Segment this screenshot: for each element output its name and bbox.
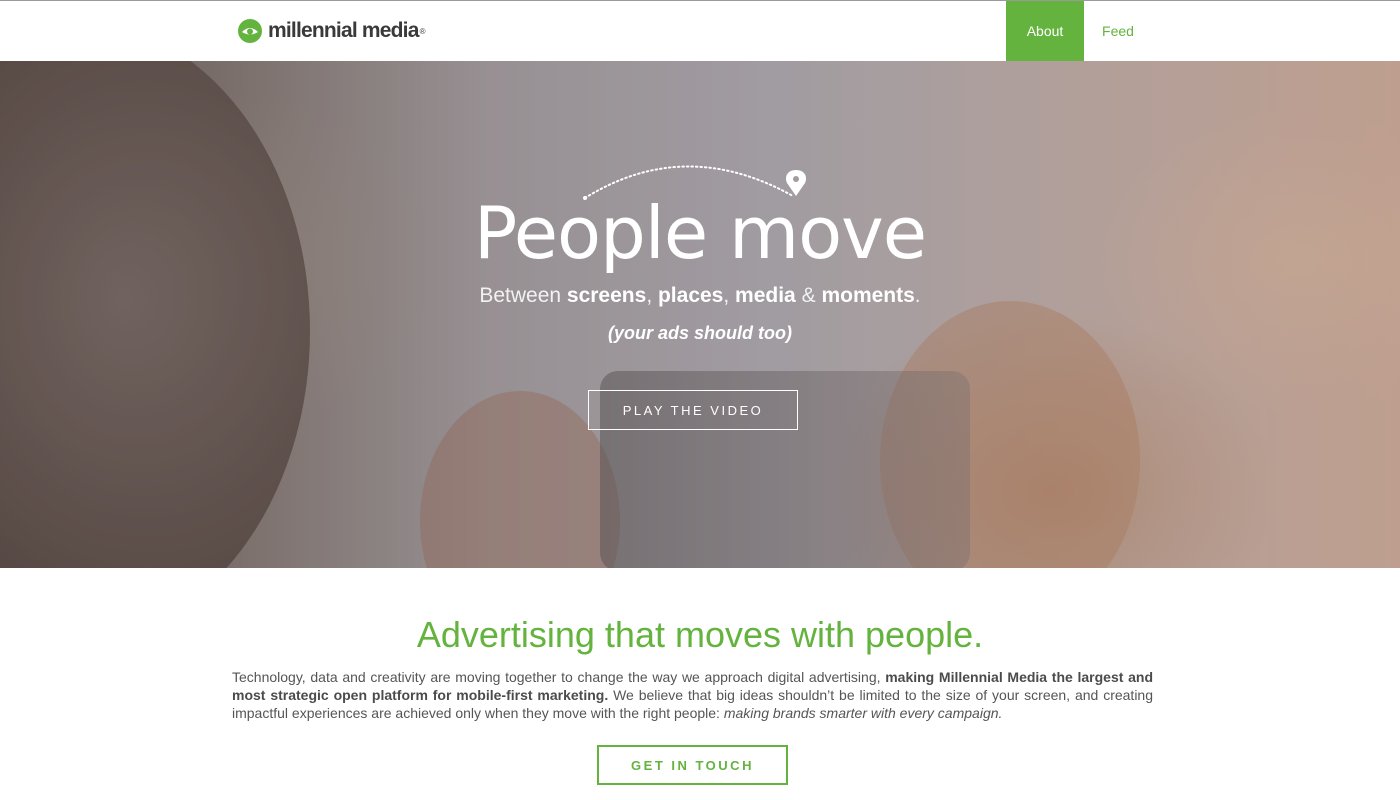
main-nav: About Feed [1006, 1, 1152, 61]
paragraph-italic-text: making brands smarter with every campaig… [723, 705, 1003, 721]
content-paragraph: Technology, data and creativity are movi… [232, 668, 1153, 722]
play-video-button[interactable]: PLAY THE VIDEO [588, 390, 798, 430]
content-heading: Advertising that moves with people. [416, 614, 984, 655]
millennial-media-logo-icon [238, 19, 262, 43]
subtitle-prefix: Between [479, 284, 567, 307]
hero-overlay [0, 61, 1400, 568]
hero-title: People move [473, 191, 927, 275]
subtitle-separator: , [646, 284, 658, 307]
nav-item-feed[interactable]: Feed [1084, 1, 1152, 61]
subtitle-ampersand: & [795, 284, 822, 307]
subtitle-period: . [914, 284, 921, 307]
subtitle-screens: screens [566, 284, 647, 307]
hero-banner: People move Between screens, places, med… [0, 61, 1400, 568]
hero-tagline: (your ads should too) [608, 323, 792, 343]
subtitle-media: media [735, 284, 796, 307]
logo[interactable]: millennial media ® [236, 17, 426, 45]
logo-registered-mark: ® [419, 26, 426, 36]
subtitle-separator: , [723, 284, 736, 307]
paragraph-text: Technology, data and creativity are movi… [232, 669, 886, 685]
get-in-touch-button[interactable]: GET IN TOUCH [597, 745, 788, 785]
logo-text: millennial media [268, 19, 419, 42]
site-header: millennial media ® About Feed [0, 1, 1400, 61]
nav-item-about[interactable]: About [1006, 1, 1084, 61]
subtitle-moments: moments [821, 284, 915, 307]
hero-subtitle: Between screens, places, media & moments… [0, 284, 1400, 308]
subtitle-places: places [657, 284, 724, 307]
